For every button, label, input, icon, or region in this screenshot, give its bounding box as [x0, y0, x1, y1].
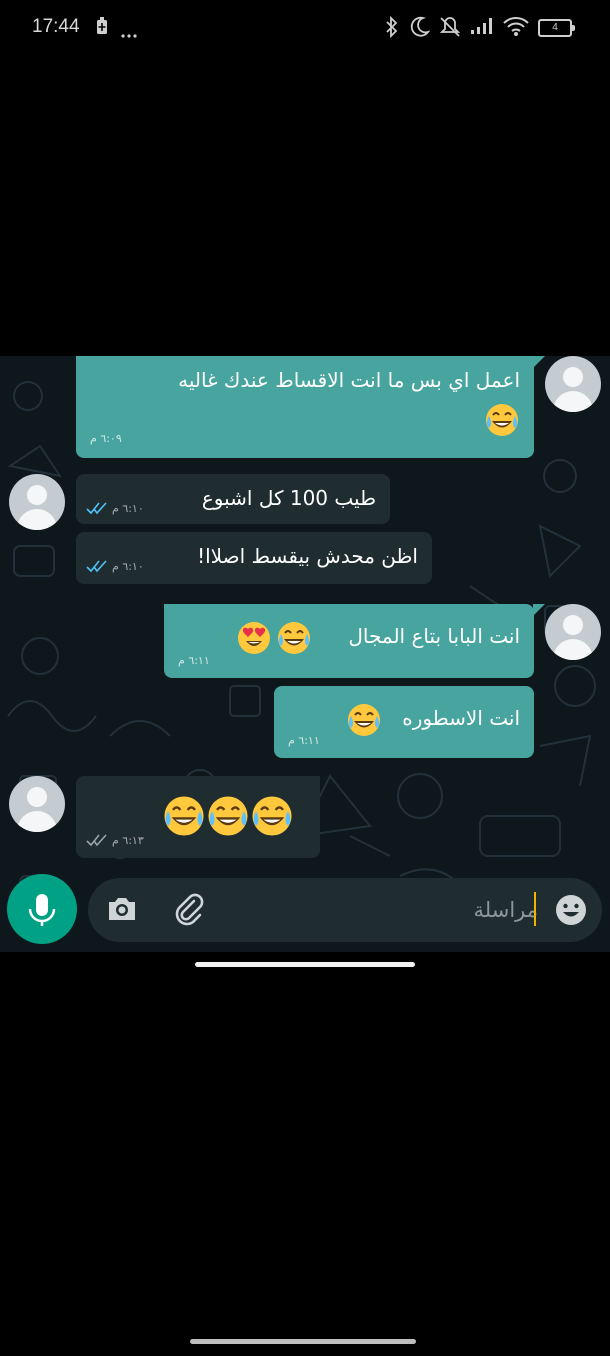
screen: 17:44 4 اعمل اي بس ما انت الاقساط عندك غ… — [0, 0, 610, 1356]
avatar[interactable] — [9, 776, 65, 832]
tears-of-joy-emoji — [208, 794, 250, 836]
tears-of-joy-emoji — [276, 620, 312, 656]
more-icon — [120, 24, 138, 43]
message-time: ٦:١٠ م — [112, 560, 144, 573]
message-bubble-outgoing[interactable]: اعمل اي بس ما انت الاقساط عندك غاليه ٦:٠… — [76, 356, 534, 458]
emoji-icon[interactable] — [554, 893, 588, 931]
message-text: اعمل اي بس ما انت الاقساط عندك غاليه — [178, 368, 520, 392]
message-composer — [88, 878, 602, 942]
message-text: طيب 100 كل اشبوع — [201, 486, 376, 510]
avatar[interactable] — [545, 604, 601, 660]
chat-area[interactable]: اعمل اي بس ما انت الاقساط عندك غاليه ٦:٠… — [0, 356, 610, 952]
message-time: ٦:١١ م — [178, 654, 210, 667]
tears-of-joy-emoji — [252, 794, 294, 836]
message-time: ٦:١٣ م — [112, 834, 144, 847]
message-bubble-incoming[interactable]: اظن محدش بيقسط اصلاا! ٦:١٠ م — [76, 532, 432, 584]
mic-button[interactable] — [7, 874, 77, 944]
attach-icon[interactable] — [172, 892, 206, 930]
message-input[interactable] — [278, 894, 538, 926]
bluetooth-icon — [384, 15, 400, 42]
system-home-indicator[interactable] — [190, 1339, 416, 1344]
mute-icon — [438, 15, 462, 43]
message-bubble-incoming[interactable]: ٦:١٣ م — [76, 776, 320, 858]
battery-icon: 4 — [538, 19, 575, 37]
battery-saver-icon — [96, 17, 108, 39]
status-bar: 17:44 4 — [0, 0, 610, 56]
tears-of-joy-emoji — [164, 794, 206, 836]
delivered-ticks-icon — [86, 834, 107, 847]
message-text: اظن محدش بيقسط اصلاا! — [197, 544, 418, 568]
mic-icon — [28, 894, 56, 926]
bubble-tail — [533, 604, 545, 616]
wifi-icon — [503, 15, 529, 41]
message-time: ٦:١١ م — [288, 734, 320, 747]
tears-of-joy-emoji — [484, 402, 520, 438]
avatar[interactable] — [545, 356, 601, 412]
heart-eyes-emoji — [236, 620, 272, 656]
read-ticks-icon — [86, 502, 107, 515]
bubble-tail — [533, 356, 545, 368]
avatar[interactable] — [9, 474, 65, 530]
message-bubble-incoming[interactable]: طيب 100 كل اشبوع ٦:١٠ م — [76, 474, 390, 524]
message-time: ٦:١٠ م — [112, 502, 144, 515]
home-indicator — [195, 962, 415, 967]
read-ticks-icon — [86, 560, 107, 573]
message-bubble-outgoing[interactable]: انت الاسطوره ٦:١١ م — [274, 686, 534, 758]
message-time: ٦:٠٩ م — [90, 432, 122, 445]
message-text: انت الاسطوره — [402, 706, 520, 730]
text-caret — [534, 892, 536, 926]
do-not-disturb-icon — [410, 16, 431, 42]
tears-of-joy-emoji — [346, 702, 382, 738]
battery-level: 4 — [552, 22, 558, 33]
signal-icon — [470, 17, 496, 39]
camera-icon[interactable] — [106, 894, 138, 928]
message-text: انت البابا بتاع المجال — [348, 624, 520, 648]
message-bubble-outgoing[interactable]: انت البابا بتاع المجال ٦:١١ م — [164, 604, 534, 678]
status-time: 17:44 — [32, 16, 80, 37]
